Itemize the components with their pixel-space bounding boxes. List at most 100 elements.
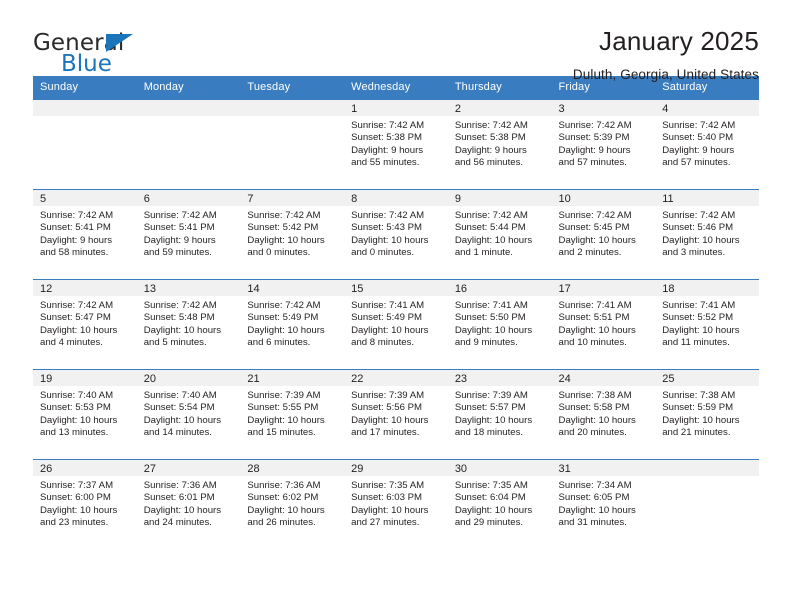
calendar-day-cell[interactable]: 21 Sunrise: 7:39 AM Sunset: 5:55 PM Dayligh… (240, 369, 345, 460)
daylight-text-cont: and 5 minutes. (143, 337, 207, 349)
calendar-day-cell[interactable]: 14 Sunrise: 7:42 AM Sunset: 5:49 PM Dayligh… (240, 279, 345, 370)
day-details: Sunrise: 7:35 AM Sunset: 6:04 PM Daylight:… (448, 476, 552, 530)
daylight-text: Daylight: 10 hours (143, 504, 222, 516)
day-number: 21 (240, 370, 345, 386)
daylight-text-cont: and 6 minutes. (247, 337, 311, 349)
day-details (33, 116, 137, 120)
daylight-text: Daylight: 10 hours (351, 234, 429, 246)
day-number: 26 (33, 460, 137, 476)
sunrise-text: Sunrise: 7:42 AM (40, 210, 114, 221)
day-details: Sunrise: 7:41 AM Sunset: 5:52 PM Daylight:… (655, 296, 759, 350)
sunrise-text: Sunrise: 7:38 AM (558, 390, 632, 401)
page-title: January 2025 (599, 26, 759, 56)
daylight-text: Daylight: 10 hours (143, 324, 222, 336)
calendar-day-cell[interactable]: 24 Sunrise: 7:38 AM Sunset: 5:58 PM Dayligh… (551, 369, 656, 460)
calendar-day-cell[interactable]: 25 Sunrise: 7:38 AM Sunset: 5:59 PM Dayligh… (655, 369, 759, 460)
day-details: Sunrise: 7:38 AM Sunset: 5:58 PM Daylight:… (552, 386, 656, 440)
sunrise-text: Sunrise: 7:42 AM (662, 210, 736, 221)
calendar-day-cell[interactable]: 23 Sunrise: 7:39 AM Sunset: 5:57 PM Dayligh… (447, 369, 552, 460)
calendar-day-cell-empty (33, 99, 137, 190)
day-number: 25 (655, 370, 759, 386)
calendar-day-cell[interactable]: 11 Sunrise: 7:42 AM Sunset: 5:46 PM Dayligh… (655, 189, 759, 280)
calendar-day-cell[interactable]: 12 Sunrise: 7:42 AM Sunset: 5:47 PM Dayligh… (33, 279, 137, 370)
calendar-day-cell[interactable]: 31 Sunrise: 7:34 AM Sunset: 6:05 PM Dayligh… (551, 459, 656, 549)
day-number: 9 (447, 190, 552, 206)
sunset-text: Sunset: 5:49 PM (351, 312, 423, 324)
daylight-text: Daylight: 10 hours (40, 414, 118, 426)
calendar-day-cell[interactable]: 6 Sunrise: 7:42 AM Sunset: 5:41 PM Daylight… (136, 189, 241, 280)
calendar-day-cell[interactable]: 30 Sunrise: 7:35 AM Sunset: 6:04 PM Dayligh… (447, 459, 552, 549)
daylight-text: Daylight: 10 hours (351, 414, 429, 426)
sunset-text: Sunset: 5:58 PM (558, 402, 630, 414)
calendar-day-cell[interactable]: 16 Sunrise: 7:41 AM Sunset: 5:50 PM Dayligh… (447, 279, 552, 370)
sunrise-text: Sunrise: 7:36 AM (143, 480, 217, 491)
calendar-day-cell[interactable]: 1 Sunrise: 7:42 AM Sunset: 5:38 PM Daylight… (344, 99, 448, 190)
sunrise-text: Sunrise: 7:39 AM (247, 390, 321, 401)
sunrise-text: Sunrise: 7:37 AM (40, 480, 114, 491)
sunset-text: Sunset: 6:03 PM (351, 492, 423, 504)
calendar-day-cell[interactable]: 3 Sunrise: 7:42 AM Sunset: 5:39 PM Daylight… (551, 99, 656, 190)
day-number: 7 (240, 190, 345, 206)
sunset-text: Sunset: 5:38 PM (454, 132, 526, 144)
calendar-day-cell[interactable]: 17 Sunrise: 7:41 AM Sunset: 5:51 PM Dayligh… (551, 279, 656, 370)
daylight-text: Daylight: 10 hours (454, 324, 533, 336)
sunset-text: Sunset: 5:51 PM (558, 312, 630, 324)
daylight-text-cont: and 0 minutes. (247, 247, 311, 259)
sunset-text: Sunset: 6:00 PM (40, 492, 111, 504)
daylight-text-cont: and 55 minutes. (351, 157, 420, 169)
sunset-text: Sunset: 5:38 PM (351, 132, 423, 144)
daylight-text: Daylight: 9 hours (143, 234, 216, 246)
calendar-day-cell[interactable]: 26 Sunrise: 7:37 AM Sunset: 6:00 PM Dayligh… (33, 459, 137, 549)
day-details: Sunrise: 7:42 AM Sunset: 5:48 PM Daylight:… (137, 296, 241, 350)
day-details: Sunrise: 7:42 AM Sunset: 5:41 PM Daylight:… (137, 206, 241, 260)
day-number: 17 (551, 280, 656, 296)
day-details: Sunrise: 7:42 AM Sunset: 5:41 PM Daylight:… (33, 206, 137, 260)
calendar-day-cell[interactable]: 4 Sunrise: 7:42 AM Sunset: 5:40 PM Daylight… (655, 99, 759, 190)
calendar-day-cell[interactable]: 13 Sunrise: 7:42 AM Sunset: 5:48 PM Dayligh… (136, 279, 241, 370)
logo-triangle-icon (106, 34, 133, 52)
calendar-day-cell[interactable]: 22 Sunrise: 7:39 AM Sunset: 5:56 PM Dayligh… (344, 369, 448, 460)
day-details: Sunrise: 7:42 AM Sunset: 5:39 PM Daylight:… (552, 116, 656, 170)
calendar-week-row: 1 Sunrise: 7:42 AM Sunset: 5:38 PM Daylight… (33, 99, 759, 190)
calendar-day-cell[interactable]: 27 Sunrise: 7:36 AM Sunset: 6:01 PM Dayligh… (136, 459, 241, 549)
calendar-day-cell[interactable]: 8 Sunrise: 7:42 AM Sunset: 5:43 PM Daylight… (344, 189, 448, 280)
day-details: Sunrise: 7:42 AM Sunset: 5:38 PM Daylight:… (448, 116, 552, 170)
calendar-day-cell[interactable]: 18 Sunrise: 7:41 AM Sunset: 5:52 PM Dayligh… (655, 279, 759, 370)
sunset-text: Sunset: 5:39 PM (558, 132, 630, 144)
general-blue-logo[interactable]: General Blue (33, 26, 151, 76)
day-details: Sunrise: 7:42 AM Sunset: 5:46 PM Daylight:… (655, 206, 759, 260)
sunrise-text: Sunrise: 7:40 AM (143, 390, 217, 401)
calendar-day-cell[interactable]: 10 Sunrise: 7:42 AM Sunset: 5:45 PM Dayligh… (551, 189, 656, 280)
calendar-day-cell[interactable]: 28 Sunrise: 7:36 AM Sunset: 6:02 PM Dayligh… (240, 459, 345, 549)
daylight-text-cont: and 57 minutes. (558, 157, 627, 169)
daylight-text-cont: and 57 minutes. (662, 157, 731, 169)
sunset-text: Sunset: 5:41 PM (40, 222, 111, 234)
day-details: Sunrise: 7:40 AM Sunset: 5:54 PM Daylight:… (137, 386, 241, 440)
sunrise-text: Sunrise: 7:42 AM (143, 300, 217, 311)
daylight-text-cont: and 20 minutes. (558, 427, 627, 439)
title-block: January 2025 Duluth, Georgia, United Sta… (573, 26, 759, 84)
day-details: Sunrise: 7:41 AM Sunset: 5:50 PM Daylight:… (448, 296, 552, 350)
daylight-text-cont: and 8 minutes. (351, 337, 415, 349)
calendar-day-cell[interactable]: 20 Sunrise: 7:40 AM Sunset: 5:54 PM Dayligh… (136, 369, 241, 460)
sunset-text: Sunset: 5:42 PM (247, 222, 319, 234)
calendar-day-cell[interactable]: 7 Sunrise: 7:42 AM Sunset: 5:42 PM Daylight… (240, 189, 345, 280)
calendar-day-cell[interactable]: 29 Sunrise: 7:35 AM Sunset: 6:03 PM Dayligh… (344, 459, 448, 549)
daylight-text: Daylight: 10 hours (247, 504, 325, 516)
sunrise-text: Sunrise: 7:42 AM (662, 120, 736, 131)
calendar-day-cell[interactable]: 15 Sunrise: 7:41 AM Sunset: 5:49 PM Dayligh… (344, 279, 448, 370)
daylight-text-cont: and 1 minute. (454, 247, 513, 259)
sunrise-text: Sunrise: 7:42 AM (247, 210, 321, 221)
sunrise-text: Sunrise: 7:34 AM (558, 480, 632, 491)
weekday-header-monday: Monday (136, 76, 241, 100)
day-number: 29 (344, 460, 448, 476)
calendar-day-cell[interactable]: 9 Sunrise: 7:42 AM Sunset: 5:44 PM Daylight… (447, 189, 552, 280)
day-details: Sunrise: 7:41 AM Sunset: 5:49 PM Daylight:… (344, 296, 448, 350)
calendar-day-cell[interactable]: 19 Sunrise: 7:40 AM Sunset: 5:53 PM Dayligh… (33, 369, 137, 460)
calendar-page: General Blue January 2025 Duluth, Georgi… (0, 0, 792, 612)
calendar-day-cell[interactable]: 2 Sunrise: 7:42 AM Sunset: 5:38 PM Daylight… (447, 99, 552, 190)
sunrise-text: Sunrise: 7:42 AM (143, 210, 217, 221)
sunset-text: Sunset: 5:55 PM (247, 402, 319, 414)
day-number (136, 100, 241, 116)
calendar-day-cell[interactable]: 5 Sunrise: 7:42 AM Sunset: 5:41 PM Daylight… (33, 189, 137, 280)
